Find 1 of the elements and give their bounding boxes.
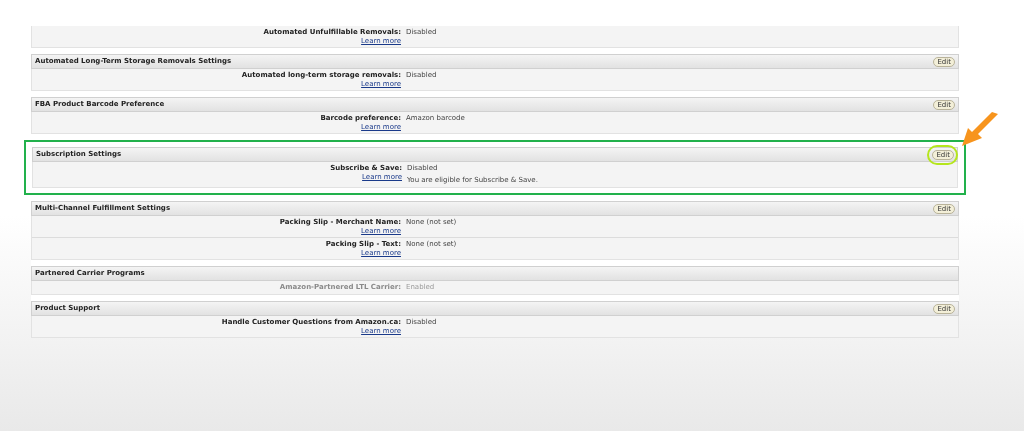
pointer-arrow-icon — [960, 112, 1000, 148]
